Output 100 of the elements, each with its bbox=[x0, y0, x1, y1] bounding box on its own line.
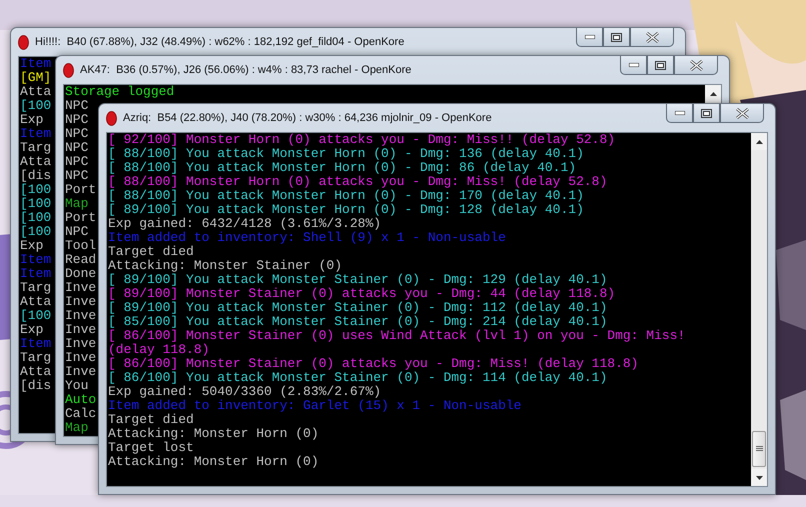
console-line: [ 88/100] You attack Monster Horn (0) - Dmg: 136 (delay 40.1) bbox=[108, 147, 584, 161]
console-line: [ 88/100] Monster Horn (0) attacks you - Dmg: Miss! (delay 52.8) bbox=[108, 175, 608, 189]
console-line: Calc bbox=[65, 407, 96, 421]
egg-icon bbox=[106, 110, 117, 126]
console-line: Target lost bbox=[108, 441, 194, 455]
close-button[interactable] bbox=[630, 28, 674, 47]
console-line: Item bbox=[20, 127, 52, 141]
minimize-icon bbox=[628, 63, 638, 67]
close-button[interactable] bbox=[720, 104, 764, 123]
console-line: Item bbox=[20, 253, 52, 267]
console-line: Item bbox=[20, 337, 52, 351]
console-line: Inve bbox=[65, 295, 96, 309]
console-line: Target died bbox=[108, 245, 194, 259]
console-line: Atta bbox=[20, 85, 52, 99]
window-title: AK47: B36 (0.57%), J26 (56.06%) : w4% : 83,73 rachel - OpenKore bbox=[80, 64, 412, 76]
maximize-icon bbox=[655, 60, 666, 70]
console-line: Targ bbox=[20, 141, 52, 155]
console-line: Exp bbox=[20, 323, 44, 337]
console-line: You bbox=[65, 379, 88, 393]
close-icon bbox=[736, 108, 748, 118]
console-line: Item added to inventory: Garlet (15) x 1 - Non-usable bbox=[108, 399, 522, 413]
down-arrow-icon bbox=[756, 476, 762, 480]
console-line: Targ bbox=[20, 281, 52, 295]
console-line: Port bbox=[65, 211, 96, 225]
console-line: Inve bbox=[65, 309, 96, 323]
console-line: Tool bbox=[65, 239, 96, 253]
minimize-button[interactable] bbox=[576, 28, 603, 47]
console-line: [ 85/100] You attack Monster Stainer (0) - Dmg: 214 (delay 40.1) bbox=[108, 315, 608, 329]
console-line: Exp gained: 5040/3360 (2.83%/2.67%) bbox=[108, 385, 382, 399]
console-line: Map bbox=[65, 197, 88, 211]
console-line: [ 86/100] You attack Monster Stainer (0) - Dmg: 114 (delay 40.1) bbox=[108, 371, 608, 385]
console-line: NPC bbox=[65, 169, 88, 183]
console-line: NPC bbox=[65, 127, 88, 141]
grip-icon bbox=[756, 446, 762, 452]
egg-icon bbox=[63, 62, 74, 78]
console-line: Storage logged bbox=[65, 85, 174, 99]
console-line: Item bbox=[20, 57, 52, 71]
maximize-icon bbox=[611, 32, 622, 42]
scroll-up-button[interactable] bbox=[751, 133, 767, 150]
maximize-button[interactable] bbox=[603, 28, 630, 47]
console-line: [ 86/100] Monster Stainer (0) attacks you - Dmg: Miss! (delay 118.8) bbox=[108, 357, 638, 371]
scroll-bar[interactable] bbox=[751, 133, 767, 486]
window-title: Hi!!!!: B40 (67.88%), J32 (48.49%) : w62% : 182,192 gef_fild04 - OpenKore bbox=[35, 36, 404, 48]
console-line: Port bbox=[65, 183, 96, 197]
close-icon bbox=[690, 60, 702, 70]
console-line: Item added to inventory: Shell (9) x 1 - Non-usable bbox=[108, 231, 506, 245]
minimize-button[interactable] bbox=[620, 56, 647, 75]
console-line: Atta bbox=[20, 295, 52, 309]
minimize-button[interactable] bbox=[666, 104, 693, 123]
egg-icon bbox=[18, 34, 29, 50]
console-line: Read bbox=[65, 253, 96, 267]
minimize-icon bbox=[584, 35, 594, 39]
console-line: Auto bbox=[65, 393, 96, 407]
scroll-up-button[interactable] bbox=[705, 85, 721, 102]
window-title: Azriq: B54 (22.80%), J40 (78.20%) : w30% : 64,236 mjolnir_09 - OpenKore bbox=[123, 112, 492, 124]
console-line: Target died bbox=[108, 413, 194, 427]
console-line: [100 bbox=[20, 183, 52, 197]
close-icon bbox=[646, 32, 658, 42]
maximize-icon bbox=[701, 108, 712, 118]
console-line: [100 bbox=[20, 99, 52, 113]
scroll-thumb[interactable] bbox=[752, 431, 766, 467]
console-line: Attacking: Monster Horn (0) bbox=[108, 455, 319, 469]
console-line: NPC bbox=[65, 113, 88, 127]
console-line: [ 88/100] You attack Monster Horn (0) - Dmg: 170 (delay 40.1) bbox=[108, 189, 584, 203]
console-line: NPC bbox=[65, 225, 88, 239]
console-line: NPC bbox=[65, 99, 88, 113]
console-line: [dis bbox=[20, 169, 52, 183]
console-line: [100 bbox=[20, 197, 52, 211]
scroll-down-button[interactable] bbox=[751, 469, 767, 486]
console-line: Atta bbox=[20, 155, 52, 169]
console-line: [dis bbox=[20, 379, 52, 393]
console-line: NPC bbox=[65, 141, 88, 155]
console-line: Inve bbox=[65, 281, 96, 295]
console-line: [ 89/100] You attack Monster Stainer (0) - Dmg: 112 (delay 40.1) bbox=[108, 301, 608, 315]
up-arrow-icon bbox=[756, 140, 762, 144]
console-line: Attacking: Monster Horn (0) bbox=[108, 427, 319, 441]
console-line: Inve bbox=[65, 365, 96, 379]
up-arrow-icon bbox=[710, 92, 716, 96]
console-line: [100 bbox=[20, 211, 52, 225]
console-line: Inve bbox=[65, 351, 96, 365]
console-line: Inve bbox=[65, 337, 96, 351]
console-line: Targ bbox=[20, 351, 52, 365]
console-line: [100 bbox=[20, 225, 52, 239]
console-line: [ 89/100] You attack Monster Horn (0) - Dmg: 128 (delay 40.1) bbox=[108, 203, 584, 217]
console-line: Attacking: Monster Stainer (0) bbox=[108, 259, 342, 273]
console-line: [ 89/100] You attack Monster Stainer (0) - Dmg: 129 (delay 40.1) bbox=[108, 273, 608, 287]
console-line: Item bbox=[20, 267, 52, 281]
console-line: Inve bbox=[65, 323, 96, 337]
console-line: Atta bbox=[20, 365, 52, 379]
console-line: NPC bbox=[65, 155, 88, 169]
close-button[interactable] bbox=[674, 56, 718, 75]
console-line: [ 89/100] Monster Stainer (0) attacks you - Dmg: 44 (delay 118.8) bbox=[108, 287, 616, 301]
maximize-button[interactable] bbox=[647, 56, 674, 75]
console-line: [ 86/100] Monster Stainer (0) uses Wind Attack (lvl 1) on you - Dmg: Miss! (delay 118.8) bbox=[108, 329, 686, 357]
maximize-button[interactable] bbox=[693, 104, 720, 123]
console-line: Exp bbox=[20, 113, 44, 127]
console-line: [GM] bbox=[20, 71, 52, 85]
console-line: Map bbox=[65, 421, 88, 435]
console-line: Exp bbox=[20, 239, 44, 253]
console-line: [ 88/100] You attack Monster Horn (0) - Dmg: 86 (delay 40.1) bbox=[108, 161, 576, 175]
